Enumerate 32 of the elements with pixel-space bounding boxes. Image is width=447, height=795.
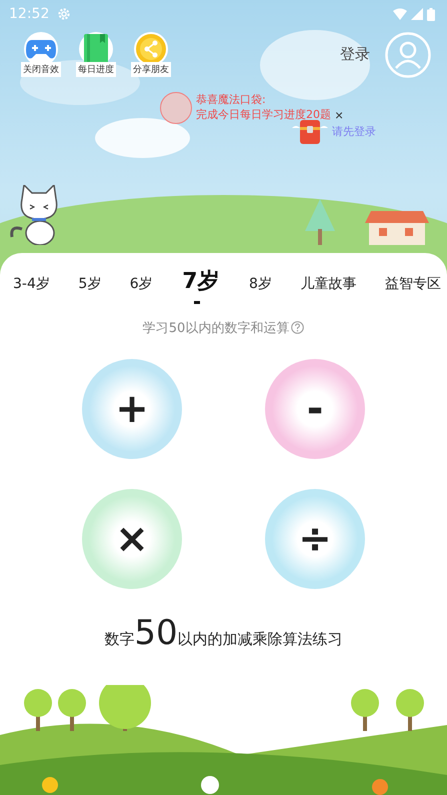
tree-drawing — [305, 199, 335, 245]
status-time: 12:52 — [9, 6, 50, 22]
age-tab[interactable]: 儿童故事 — [300, 275, 356, 295]
battery-icon — [427, 8, 435, 20]
age-tab[interactable]: 6岁 — [130, 275, 153, 295]
operation-button[interactable]: + — [82, 358, 182, 459]
age-tab[interactable]: 3-4岁 — [13, 275, 50, 295]
wifi-icon — [393, 8, 407, 20]
operation-button[interactable]: ÷ — [265, 488, 365, 589]
gamepad-icon[interactable] — [26, 38, 56, 60]
operation-button[interactable]: - — [265, 358, 365, 459]
close-button[interactable]: × — [335, 108, 344, 122]
summary-text: 数字50以内的加减乘除算法练习 — [103, 612, 344, 653]
book-icon[interactable] — [84, 34, 108, 64]
settings-icon — [57, 7, 72, 21]
shortcut-label[interactable]: 每日进度 — [76, 62, 116, 77]
help-icon[interactable] — [291, 321, 304, 334]
age-tab[interactable]: 7岁 — [181, 265, 221, 305]
avatar-placeholder — [160, 92, 192, 124]
house-drawing — [365, 211, 429, 245]
shortcut-label[interactable]: 分享朋友 — [131, 62, 171, 77]
notice-message: 完成今日每日学习进度20题 — [196, 107, 331, 122]
shortcut-label[interactable]: 关闭音效 — [21, 62, 61, 77]
age-tab[interactable]: 8岁 — [249, 275, 272, 295]
age-tab[interactable]: 益智专区 — [384, 275, 441, 295]
signal-icon — [411, 8, 423, 20]
age-tab[interactable]: 5岁 — [78, 275, 102, 295]
subtitle: 学习50以内的数字和运算 — [142, 320, 290, 337]
operation-button[interactable]: × — [82, 488, 182, 589]
notice-title: 恭喜魔法口袋: — [196, 92, 267, 107]
treasure-chest-icon[interactable] — [292, 118, 328, 144]
login-link[interactable]: 登录 — [340, 45, 370, 64]
